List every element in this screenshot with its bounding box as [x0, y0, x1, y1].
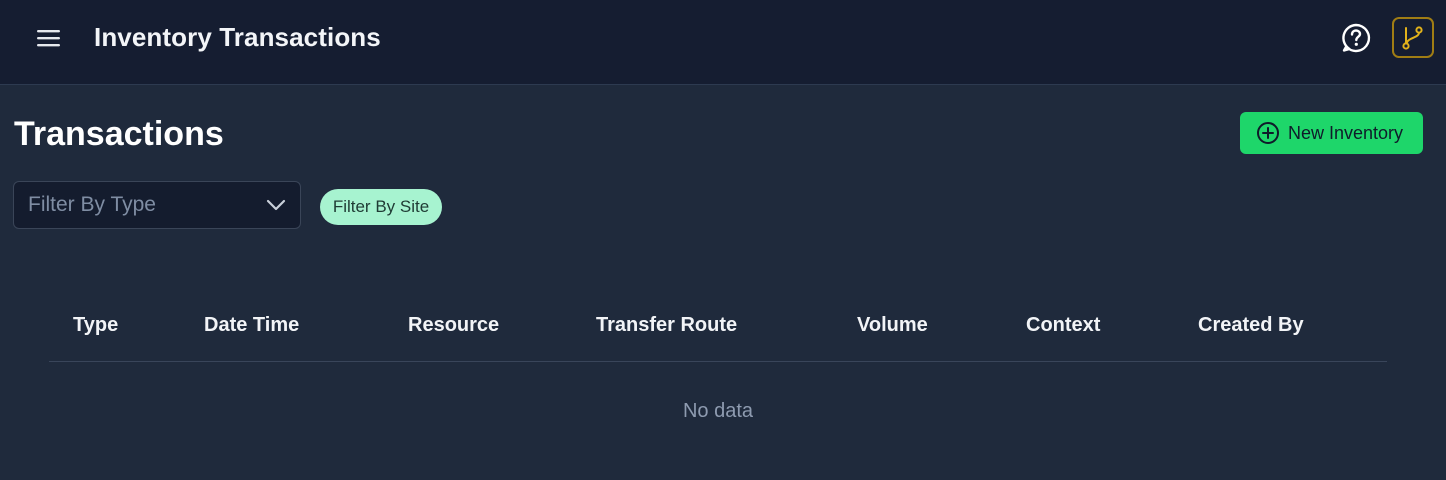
column-header-volume[interactable]: Volume — [857, 314, 928, 337]
column-header-context[interactable]: Context — [1026, 314, 1100, 337]
hamburger-menu-icon — [37, 30, 60, 47]
filter-by-site-chip[interactable]: Filter By Site — [320, 189, 442, 225]
filter-by-type-placeholder: Filter By Type — [28, 193, 156, 216]
column-header-created-by[interactable]: Created By — [1198, 314, 1304, 337]
column-header-resource[interactable]: Resource — [408, 314, 499, 337]
empty-state-text: No data — [682, 400, 754, 422]
branch-button[interactable] — [1392, 17, 1434, 58]
new-inventory-button[interactable]: New Inventory — [1240, 112, 1423, 154]
help-button[interactable] — [1337, 20, 1375, 56]
git-branch-icon — [1402, 25, 1423, 50]
table-header: Type Date Time Resource Transfer Route V… — [49, 290, 1387, 362]
column-header-type[interactable]: Type — [73, 314, 118, 337]
column-header-date-time[interactable]: Date Time — [204, 314, 299, 337]
plus-circle-icon — [1257, 122, 1279, 144]
top-app-bar: Inventory Transactions — [0, 0, 1446, 85]
new-inventory-label: New Inventory — [1288, 122, 1404, 143]
page-title: Transactions — [14, 115, 224, 153]
chevron-down-icon — [266, 199, 286, 211]
filter-by-type-select[interactable]: Filter By Type — [13, 181, 301, 229]
help-circle-icon — [1342, 23, 1371, 53]
column-header-transfer-route[interactable]: Transfer Route — [596, 314, 737, 337]
app-title: Inventory Transactions — [94, 22, 381, 52]
menu-button[interactable] — [30, 20, 68, 56]
